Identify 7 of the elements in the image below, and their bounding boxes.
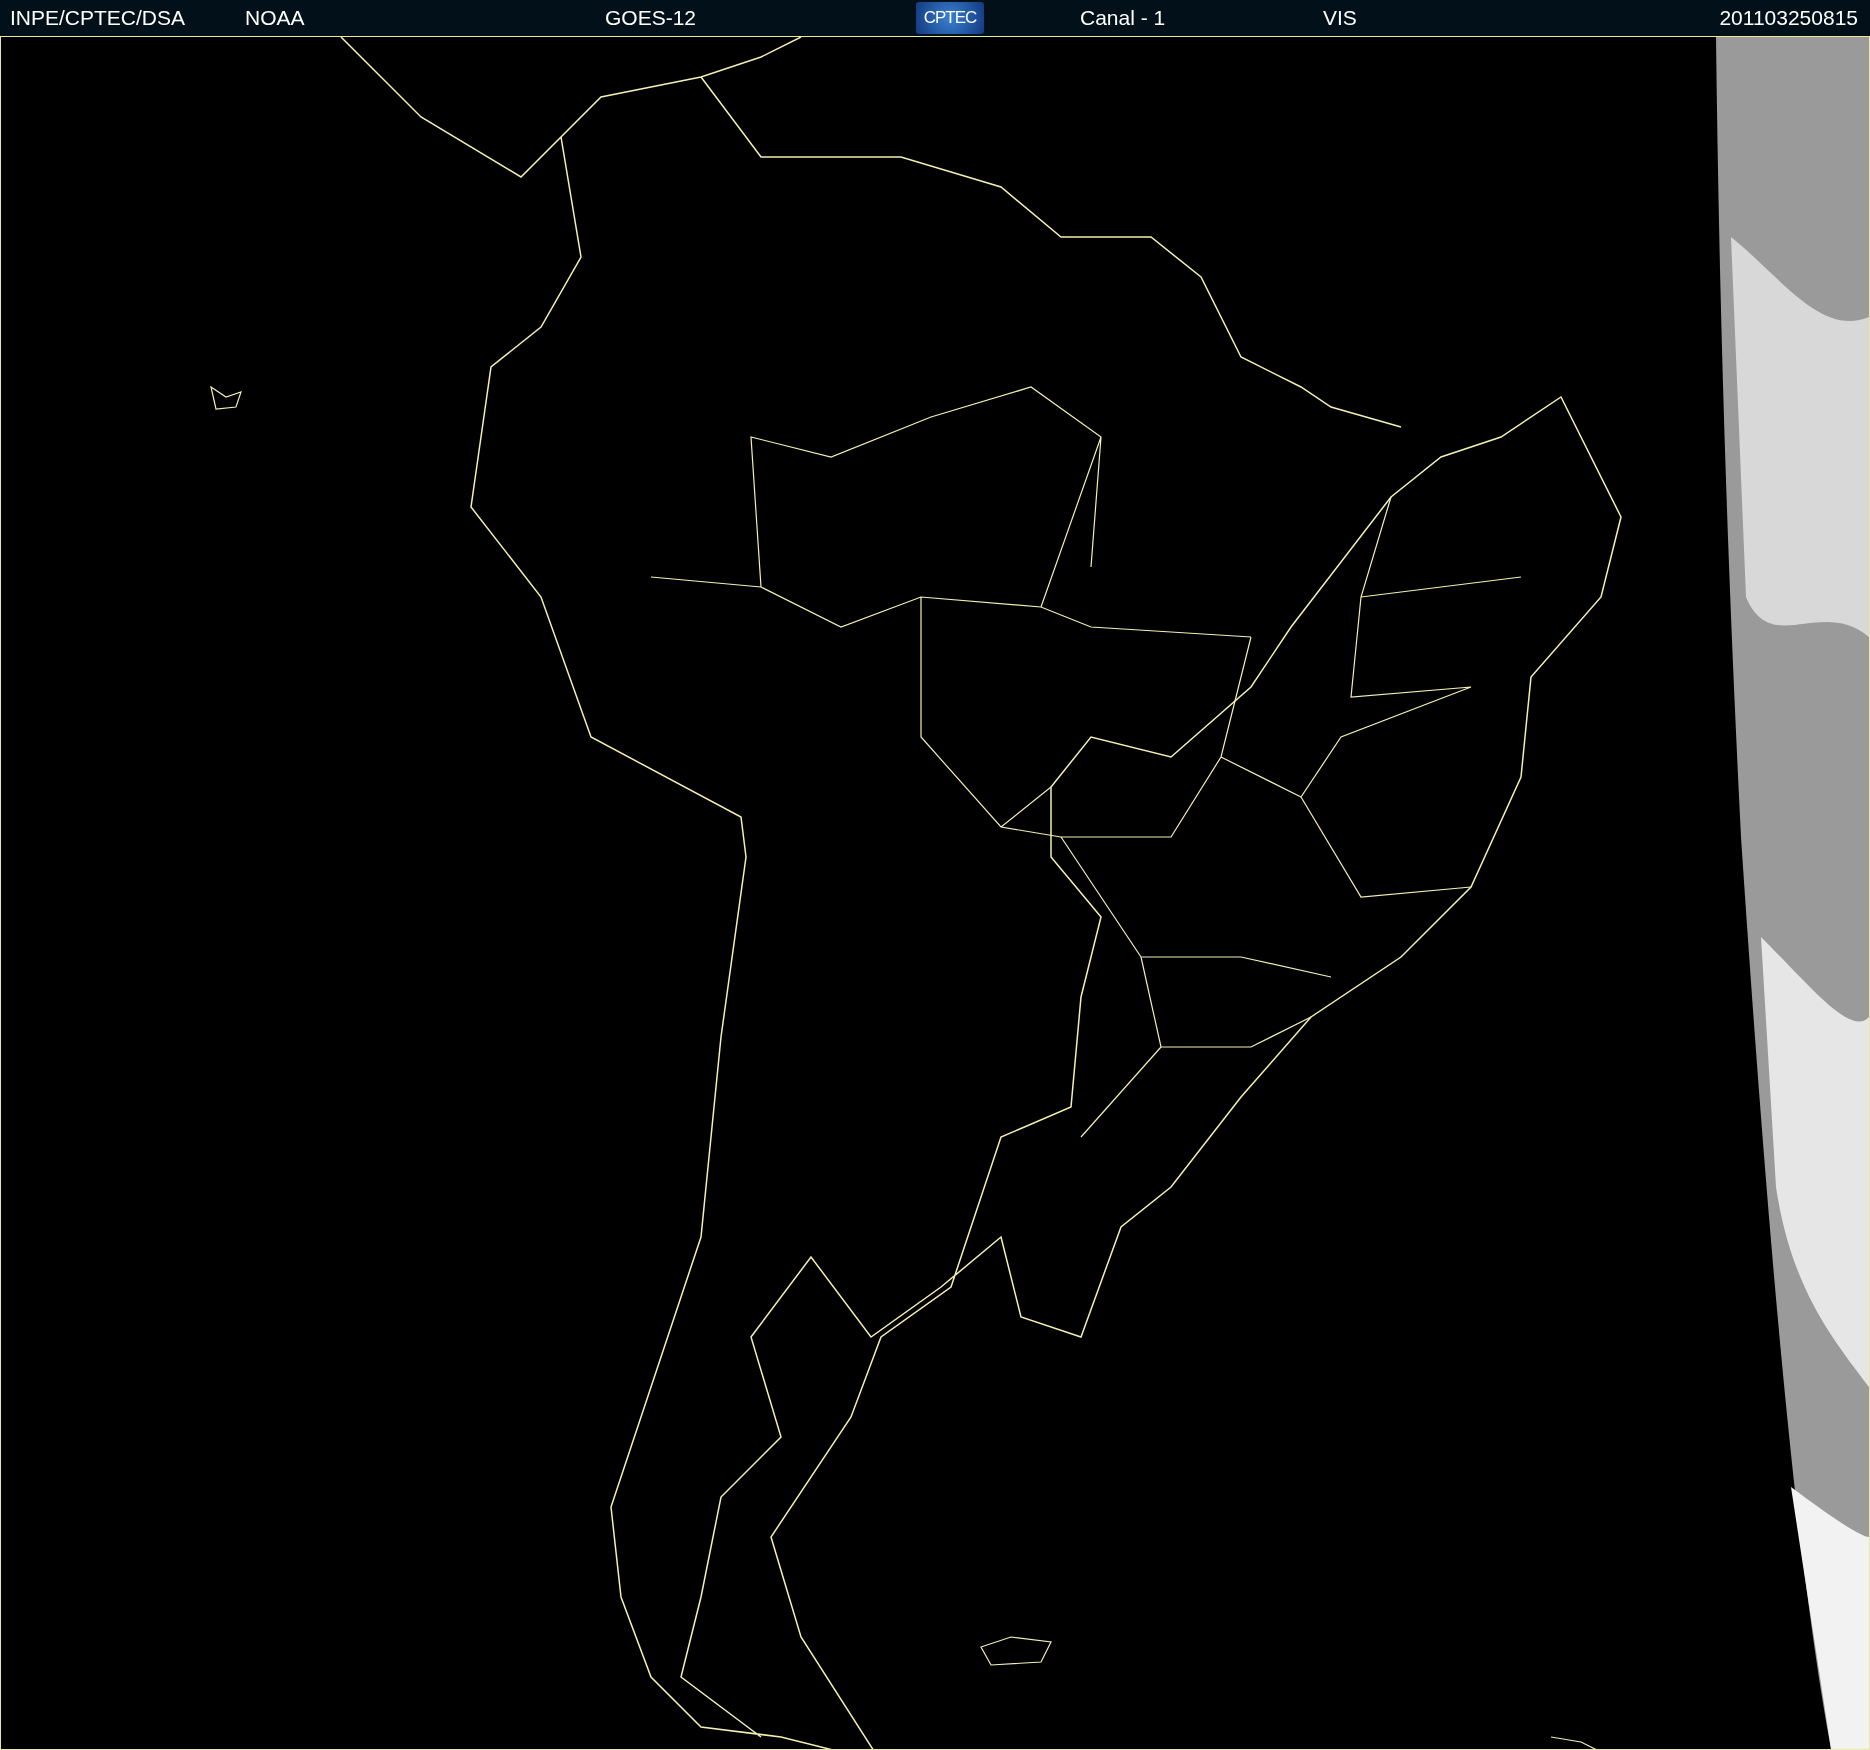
logo: CPTEC <box>916 2 984 34</box>
satellite-label: GOES-12 <box>605 6 697 30</box>
agency-label: NOAA <box>245 6 305 30</box>
band-label: VIS <box>1323 6 1357 30</box>
channel-label: Canal - 1 <box>1080 6 1166 30</box>
timestamp-label: 201103250815 <box>1719 6 1858 30</box>
source-label: INPE/CPTEC/DSA <box>10 6 186 30</box>
